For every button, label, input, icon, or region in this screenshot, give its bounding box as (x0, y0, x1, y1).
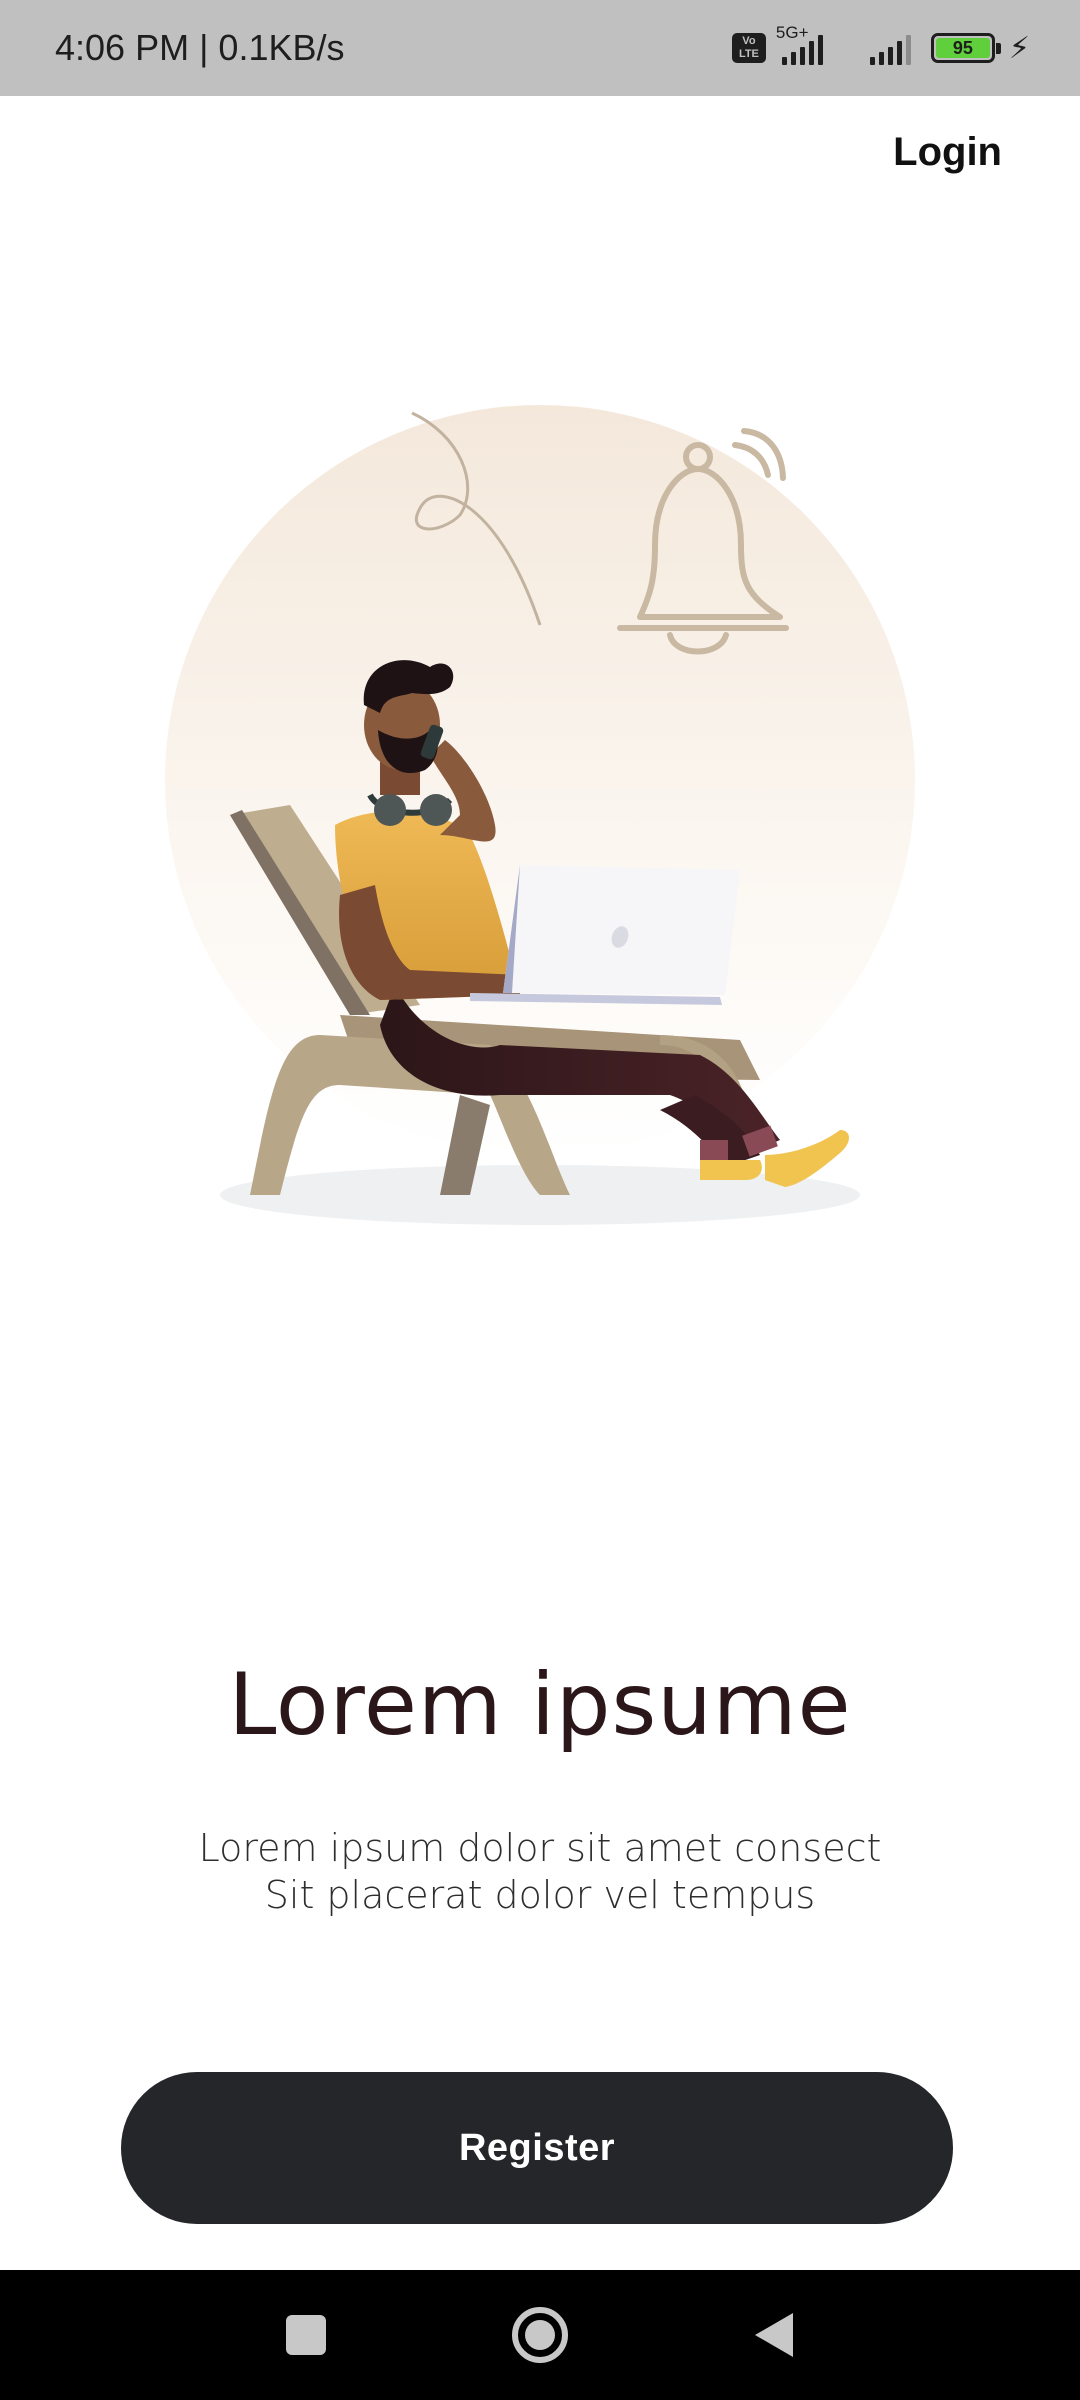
recents-button[interactable] (246, 2270, 366, 2400)
status-icons: Vo LTE 5G+ 95 ⚡︎ (731, 0, 1030, 96)
register-button[interactable]: Register (121, 2072, 953, 2224)
signal-icon (869, 31, 911, 65)
signal-5g-icon: 5G+ (776, 23, 846, 65)
battery-level: 95 (935, 38, 990, 58)
square-icon (286, 2315, 326, 2355)
subtitle-line-2: Sit placerat dolor vel tempus (264, 1873, 816, 1917)
subtitle-line-1: Lorem ipsum dolor sit amet consect (198, 1826, 882, 1870)
page-subtitle: Lorem ipsum dolor sit amet consect Sit p… (0, 1825, 1080, 1919)
charging-bolt-icon: ⚡︎ (1008, 31, 1030, 65)
system-nav-bar (0, 2270, 1080, 2400)
page-title: Lorem ipsume (228, 1655, 852, 1755)
register-button-label: Register (458, 2126, 616, 2169)
status-time-speed: 4:06 PM | 0.1KB/s (55, 27, 345, 68)
network-type-label: 5G+ (775, 23, 809, 42)
battery-icon: 95 (930, 33, 1001, 63)
volte-icon: Vo LTE (731, 33, 766, 63)
circle-icon (512, 2307, 568, 2363)
status-bar: 4:06 PM | 0.1KB/s Vo LTE 5G+ 95 ⚡︎ (0, 0, 1080, 96)
back-button[interactable] (714, 2270, 834, 2400)
home-button[interactable] (480, 2270, 600, 2400)
person-with-laptop-illustration (165, 405, 915, 1225)
triangle-back-icon (755, 2313, 793, 2357)
login-link[interactable]: Login (893, 130, 1002, 175)
